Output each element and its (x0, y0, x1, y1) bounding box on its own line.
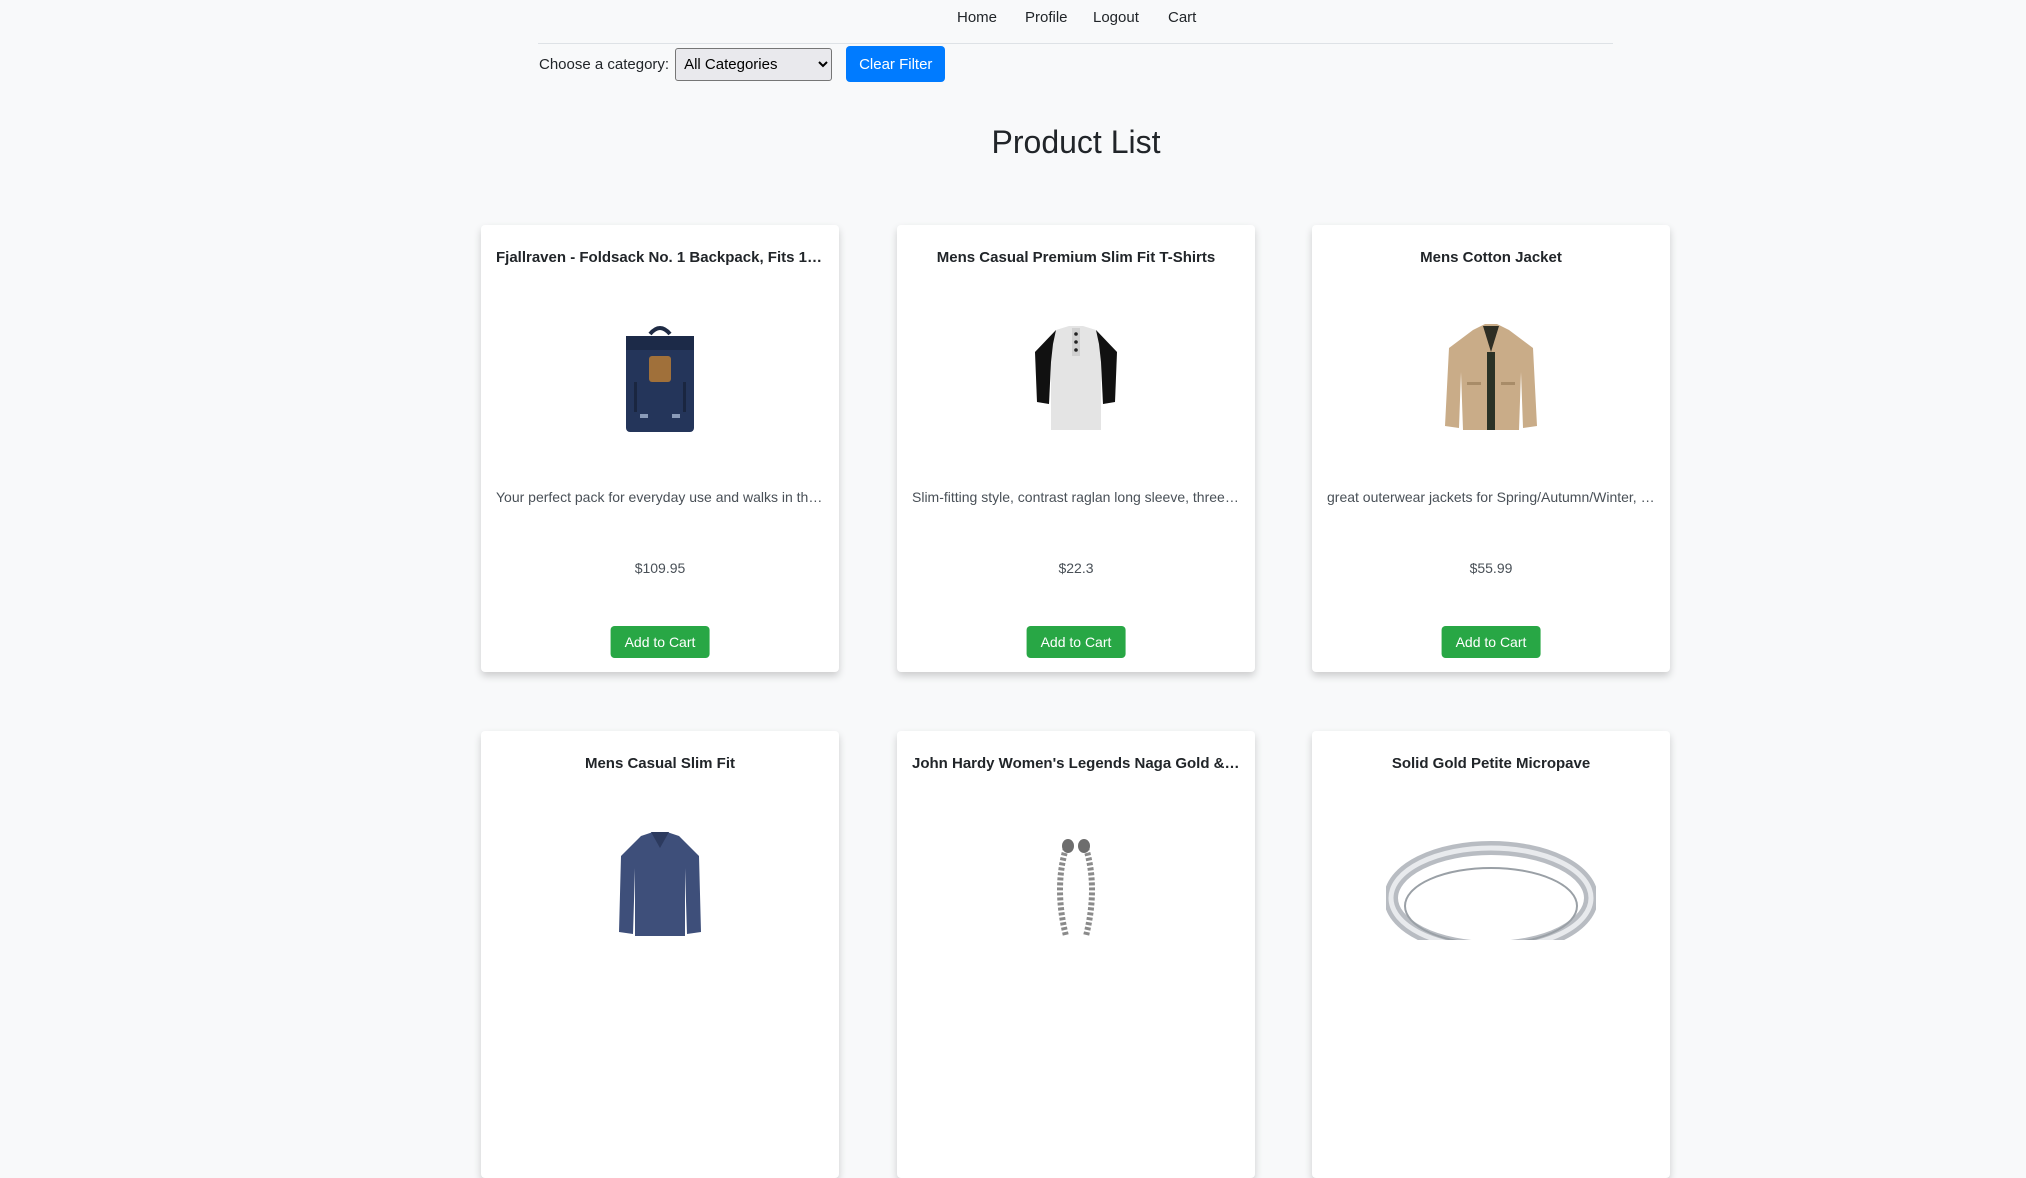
page-title: Product List (991, 124, 1161, 160)
product-title: Mens Casual Premium Slim Fit T-Shirts (936, 249, 1216, 266)
shirt-icon[interactable] (600, 826, 720, 941)
product-card: Solid Gold Petite Micropave (1312, 731, 1670, 1178)
product-price: $22.3 (1058, 560, 1094, 576)
product-title: Mens Casual Slim Fit (584, 755, 736, 772)
add-to-cart-button[interactable]: Add to Cart (1441, 626, 1541, 658)
add-to-cart-button[interactable]: Add to Cart (1026, 626, 1126, 658)
category-select[interactable]: All Categories (675, 47, 833, 81)
nav-cart-link[interactable]: Cart (1168, 9, 1196, 26)
backpack-icon[interactable] (600, 320, 720, 435)
product-description: Your perfect pack for everyday use and w… (496, 489, 824, 505)
product-title: John Hardy Women's Legends Naga Gold & S… (912, 755, 1240, 772)
product-card: John Hardy Women's Legends Naga Gold & S… (897, 731, 1255, 1178)
product-card: Mens Casual Premium Slim Fit T-Shirts Sl… (897, 225, 1255, 672)
jacket-icon[interactable] (1431, 320, 1551, 435)
product-card: Fjallraven - Foldsack No. 1 Backpack, Fi… (481, 225, 839, 672)
product-description: Slim-fitting style, contrast raglan long… (912, 489, 1240, 505)
nav-home-link[interactable]: Home (957, 9, 997, 26)
category-label: Choose a category: (539, 55, 670, 73)
ring-icon[interactable] (1381, 826, 1601, 941)
add-to-cart-button[interactable]: Add to Cart (610, 626, 710, 658)
product-card: Mens Casual Slim Fit (481, 731, 839, 1178)
bracelet-icon[interactable] (1016, 826, 1136, 941)
product-title: Mens Cotton Jacket (1420, 249, 1562, 266)
tshirt-icon[interactable] (1016, 320, 1136, 435)
product-price: $55.99 (1469, 560, 1513, 576)
nav-logout-link[interactable]: Logout (1093, 9, 1139, 26)
nav-profile-link[interactable]: Profile (1025, 9, 1068, 26)
product-title: Fjallraven - Foldsack No. 1 Backpack, Fi… (496, 249, 824, 266)
clear-filter-button[interactable]: Clear Filter (846, 46, 946, 82)
top-navbar: Home Profile Logout Cart (538, 0, 1613, 44)
product-price: $109.95 (634, 560, 686, 576)
product-description: great outerwear jackets for Spring/Autum… (1327, 489, 1655, 505)
category-filter: Choose a category: All Categories Clear … (539, 46, 946, 82)
product-title: Solid Gold Petite Micropave (1391, 755, 1591, 772)
product-card: Mens Cotton Jacket great outerwear jacke… (1312, 225, 1670, 672)
